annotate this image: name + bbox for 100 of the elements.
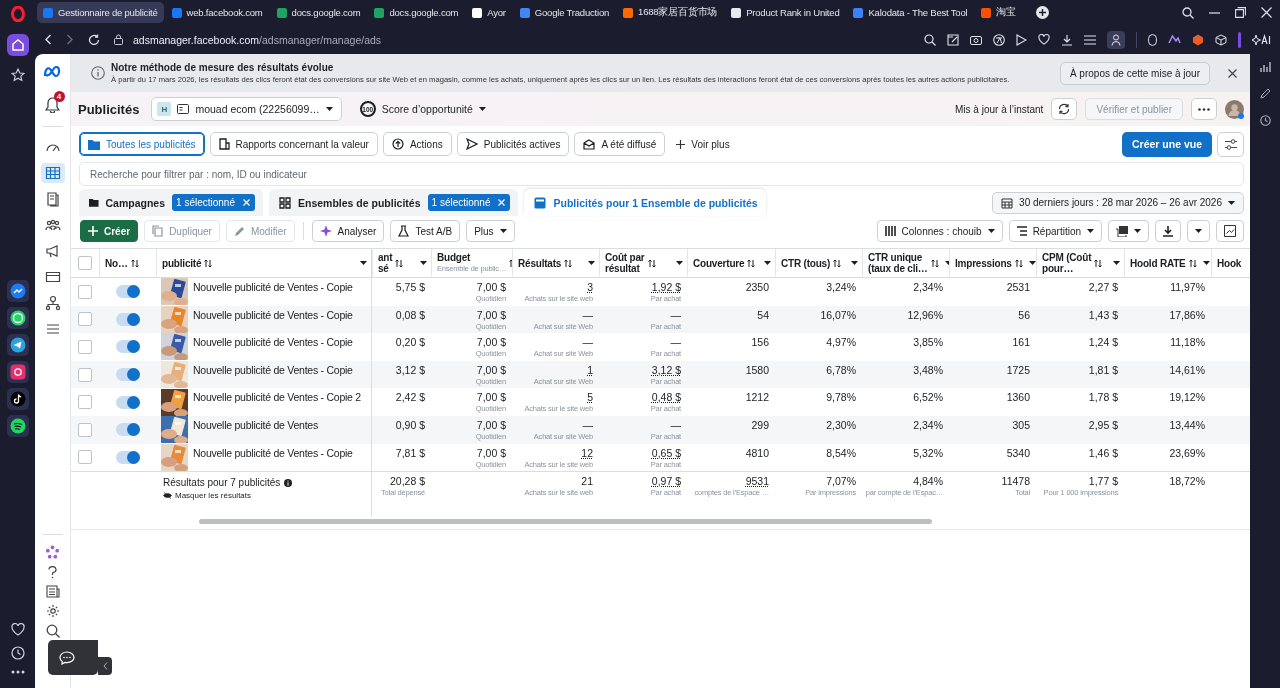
notifications-button[interactable]: 4 xyxy=(41,94,64,116)
search-icon[interactable] xyxy=(45,624,60,638)
cube-icon[interactable] xyxy=(1215,33,1227,46)
browser-tab[interactable]: Gestionnaire de publicité xyxy=(37,2,164,23)
close-icon[interactable] xyxy=(1228,68,1237,78)
row-checkbox[interactable] xyxy=(78,284,92,299)
more-button[interactable] xyxy=(1191,98,1217,120)
column-header[interactable]: ant sé xyxy=(372,249,431,277)
row-checkbox[interactable] xyxy=(78,367,92,382)
search-icon[interactable] xyxy=(1182,6,1194,19)
select-all-checkbox[interactable] xyxy=(78,256,92,270)
column-header[interactable]: CPM (Coût pour… xyxy=(1036,249,1124,277)
create-button[interactable]: Créer xyxy=(80,220,139,242)
view-tab[interactable]: Toutes les publicités xyxy=(79,132,205,156)
opera-logo-icon[interactable] xyxy=(10,6,25,22)
reload-icon[interactable] xyxy=(88,33,100,46)
row-checkbox[interactable] xyxy=(78,340,92,354)
selection-chip[interactable]: 1 sélectionné xyxy=(172,194,255,211)
edit-icon[interactable] xyxy=(947,33,959,46)
magnifier-icon[interactable] xyxy=(924,33,936,46)
column-header[interactable]: No… xyxy=(99,249,156,277)
chart-button[interactable] xyxy=(1216,220,1244,242)
refresh-button[interactable] xyxy=(1051,98,1078,120)
column-header[interactable]: Couverture xyxy=(687,249,775,277)
translate-icon[interactable] xyxy=(993,33,1005,46)
export-menu-button[interactable] xyxy=(1187,220,1210,242)
address-field[interactable]: adsmanager.facebook.com/adsmanager/manage/ads xyxy=(114,28,910,51)
column-header[interactable]: publicité xyxy=(156,249,372,277)
clock-icon[interactable] xyxy=(1259,115,1271,126)
analyze-button[interactable]: Analyser xyxy=(311,220,385,242)
clock-icon[interactable] xyxy=(10,646,25,660)
view-tab[interactable]: Actions xyxy=(382,132,452,156)
browser-tab[interactable]: web.facebook.com xyxy=(165,2,269,23)
hide-results-link[interactable]: Masquer les résultats xyxy=(175,491,252,501)
row-checkbox[interactable] xyxy=(78,450,92,465)
forward-icon[interactable] xyxy=(66,34,74,45)
ad-name[interactable]: Nouvelle publicité de Ventes xyxy=(193,415,318,431)
status-toggle[interactable] xyxy=(115,285,140,299)
more-button[interactable]: Plus xyxy=(466,220,515,242)
table-nav-icon[interactable] xyxy=(40,163,65,183)
news-icon[interactable] xyxy=(45,585,60,598)
status-toggle[interactable] xyxy=(115,368,140,382)
ad-name[interactable]: Nouvelle publicité de Ventes - Copie 2 xyxy=(193,388,361,404)
learn-more-button[interactable]: À propos de cette mise à jour xyxy=(1059,61,1210,85)
ad-name[interactable]: Nouvelle publicité de Ventes - Copie xyxy=(193,278,353,293)
level-tab[interactable]: Ensembles de publicités 1 sélectionné xyxy=(269,189,519,216)
star-icon[interactable] xyxy=(10,68,25,82)
pencil-icon[interactable] xyxy=(1259,88,1271,99)
row-checkbox[interactable] xyxy=(78,395,92,410)
browser-tab[interactable]: 1688家居百货市场 xyxy=(617,2,724,23)
heart-icon[interactable] xyxy=(1038,34,1050,45)
browser-tab[interactable]: Google Traduction xyxy=(513,2,616,23)
home-button[interactable] xyxy=(6,34,29,56)
view-tab[interactable]: Rapports concernant la valeur xyxy=(209,132,378,156)
row-checkbox[interactable] xyxy=(78,422,92,437)
columns-button[interactable]: Colonnes : chouib xyxy=(876,220,1003,242)
selection-chip[interactable]: 1 sélectionné xyxy=(427,194,511,211)
create-view-button[interactable]: Créer une vue xyxy=(1121,131,1212,157)
messenger-icon[interactable] xyxy=(6,280,29,302)
chart-icon[interactable] xyxy=(1259,62,1271,72)
chat-button[interactable] xyxy=(48,640,98,675)
column-header[interactable]: CTR unique (taux de cli… xyxy=(862,249,949,277)
ad-name[interactable]: Nouvelle publicité de Ventes - Copie xyxy=(193,333,353,349)
status-toggle[interactable] xyxy=(115,340,140,354)
scrollbar-thumb[interactable] xyxy=(199,519,932,525)
extension-icon[interactable] xyxy=(1192,33,1204,46)
see-more-button[interactable]: Voir plus xyxy=(670,138,736,150)
column-header[interactable]: CTR (tous) xyxy=(775,249,862,277)
extension-icon[interactable] xyxy=(1168,35,1181,44)
view-tab[interactable]: Publicités actives xyxy=(456,132,570,156)
flower-icon[interactable] xyxy=(45,545,60,560)
meta-logo-icon[interactable] xyxy=(42,66,63,78)
tiktok-icon[interactable] xyxy=(6,388,29,410)
browser-tab[interactable]: 淘宝 xyxy=(975,2,1022,23)
ad-name[interactable]: Nouvelle publicité de Ventes - Copie xyxy=(193,305,353,321)
breakdown-button[interactable]: Répartition xyxy=(1008,220,1102,242)
level-tab[interactable]: Publicités pour 1 Ensemble de publicités xyxy=(524,189,766,216)
ad-name[interactable]: Nouvelle publicité de Ventes - Copie xyxy=(193,360,353,376)
export-button[interactable] xyxy=(1155,220,1181,242)
reports-button[interactable] xyxy=(1108,220,1149,242)
download-icon[interactable] xyxy=(1061,33,1073,46)
column-header[interactable]: Hoold RATE xyxy=(1124,249,1211,277)
browser-tab[interactable]: Product Rank in United xyxy=(725,2,846,23)
heart-icon[interactable] xyxy=(10,623,25,636)
status-toggle[interactable] xyxy=(115,312,140,326)
status-toggle[interactable] xyxy=(115,423,140,437)
play-icon[interactable] xyxy=(1016,33,1027,46)
instagram-icon[interactable] xyxy=(6,361,29,383)
spotify-icon[interactable] xyxy=(6,415,29,437)
ad-name[interactable]: Nouvelle publicité de Ventes - Copie xyxy=(193,443,353,459)
browser-tab[interactable]: docs.google.com xyxy=(270,2,367,23)
status-toggle[interactable] xyxy=(115,395,140,409)
column-header[interactable]: Impressions xyxy=(949,249,1036,277)
status-toggle[interactable] xyxy=(115,450,140,464)
minimize-icon[interactable] xyxy=(1209,11,1220,14)
camera-icon[interactable] xyxy=(970,34,982,45)
list-icon[interactable] xyxy=(1084,34,1096,45)
back-icon[interactable] xyxy=(44,34,52,45)
level-tab[interactable]: Campagnes 1 sélectionné xyxy=(79,189,263,216)
view-tab[interactable]: A été diffusé xyxy=(574,132,666,156)
